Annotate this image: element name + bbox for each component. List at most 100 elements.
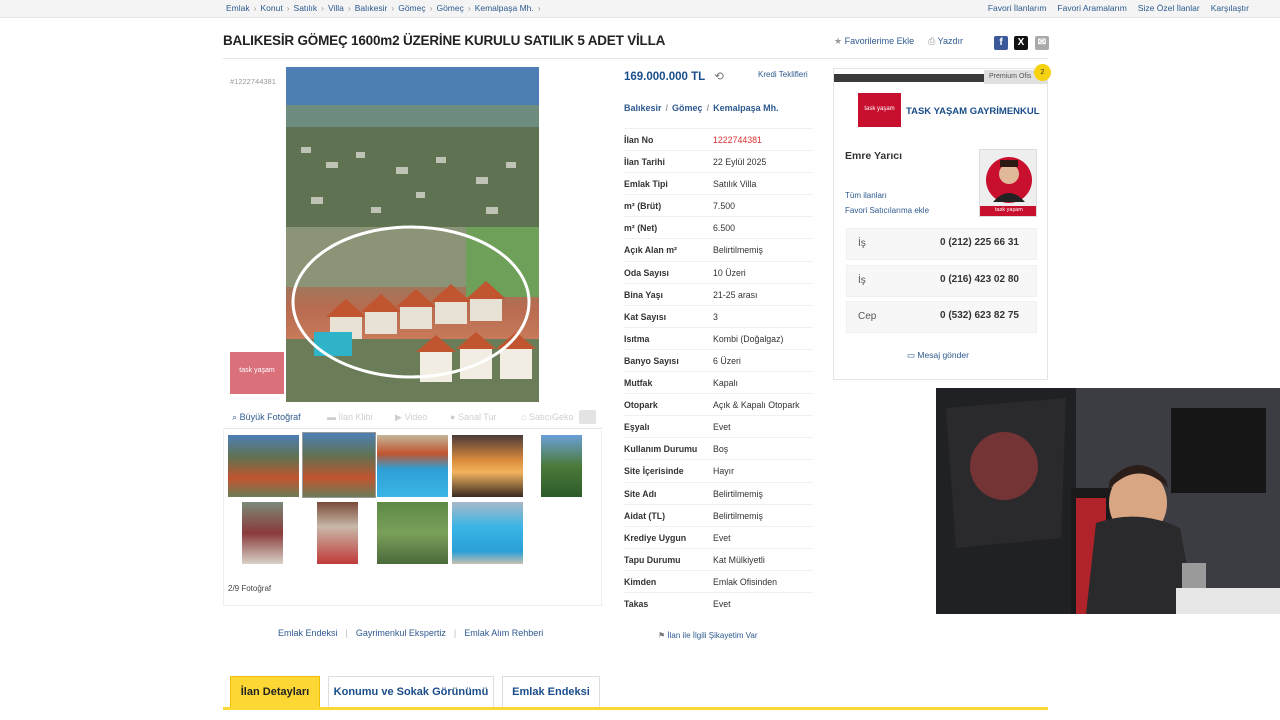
detail-row: Site İçerisinde Hayır <box>623 459 813 481</box>
detail-key: Açık Alan m² <box>624 245 677 256</box>
detail-key: Mutfak <box>624 378 653 389</box>
phone-number[interactable]: 0 (216) 423 02 80 <box>940 274 1019 285</box>
message-icon: ▭ <box>907 350 916 360</box>
detail-key: Bina Yaşı <box>624 289 663 300</box>
facebook-share-icon[interactable]: f <box>994 36 1008 50</box>
favorite-listings-link[interactable]: Favori İlanlarım <box>988 3 1047 13</box>
location-separator: / <box>665 103 669 113</box>
phone-row: Cep 0 (532) 623 82 75 <box>846 301 1037 333</box>
detail-value: 6 Üzeri <box>713 355 741 366</box>
tab-emlak-index[interactable]: Emlak Endeksi <box>502 676 600 707</box>
detail-row: m² (Brüt) 7.500 <box>623 194 813 216</box>
complaint-link[interactable]: ⚑ İlan ile İlgili Şikayetim Var <box>658 631 758 640</box>
detail-value: Satılık Villa <box>713 179 757 190</box>
price-history-icon[interactable]: ⟲ <box>714 71 724 83</box>
add-favorite-button[interactable]: ★ Favorilerime Ekle <box>834 36 914 47</box>
detail-key: Krediye Uygun <box>624 532 687 543</box>
detail-value: Belirtilmemiş <box>713 245 763 256</box>
photo-tabs: ⌕ Büyük Fotoğraf ▬ İlan Klibi ▶ Video ● … <box>223 408 602 429</box>
detail-row: Tapu Durumu Kat Mülkiyetli <box>623 547 813 570</box>
large-photo-tab[interactable]: ⌕ Büyük Fotoğraf <box>232 412 301 423</box>
detail-row: Oda Sayısı 10 Üzeri <box>623 260 813 283</box>
detail-row: Emlak Tipi Satılık Villa <box>623 172 813 194</box>
thumbnail-selected[interactable] <box>302 432 376 498</box>
tab-location[interactable]: Konumu ve Sokak Görünümü <box>328 676 494 707</box>
title-divider <box>223 58 1048 59</box>
detail-value: 6.500 <box>713 223 736 234</box>
favorite-searches-link[interactable]: Favori Aramalarım <box>1057 3 1126 13</box>
office-name[interactable]: TASK YAŞAM GAYRİMENKUL <box>906 106 1040 117</box>
tab-underline <box>223 707 1048 710</box>
thumbnail[interactable] <box>242 502 283 564</box>
premium-bar <box>834 74 984 82</box>
breadcrumb-item[interactable]: Kemalpaşa Mh. <box>475 3 534 13</box>
photo-count: 2/9 Fotoğraf <box>228 584 272 593</box>
thumbnail[interactable] <box>541 435 582 497</box>
thumbnail[interactable] <box>317 502 358 564</box>
detail-row: Kullanım Durumu Boş <box>623 437 813 459</box>
details-table: İlan No 1222744381 İlan Tarihi 22 Eylül 20… <box>623 128 813 614</box>
phone-row: İş 0 (212) 225 66 31 <box>846 228 1037 260</box>
breadcrumb-separator: › <box>467 3 471 13</box>
detail-key: Kimden <box>624 576 657 587</box>
mail-share-icon[interactable]: ✉ <box>1035 36 1049 50</box>
thumbnail[interactable] <box>228 435 299 497</box>
thumbnail[interactable] <box>452 435 523 497</box>
special-listings-link[interactable]: Size Özel İlanlar <box>1138 3 1200 13</box>
breadcrumb-separator: › <box>286 3 290 13</box>
thumbnail[interactable] <box>377 435 448 497</box>
main-photo[interactable] <box>286 67 539 402</box>
compare-link[interactable]: Karşılaştır <box>1211 3 1249 13</box>
breadcrumb-separator: › <box>253 3 257 13</box>
send-message-button[interactable]: ▭ Mesaj gönder <box>907 350 969 361</box>
office-logo[interactable]: task yaşam <box>858 93 901 127</box>
detail-row: Mutfak Kapalı <box>623 371 813 393</box>
detail-value: 10 Üzeri <box>713 267 746 278</box>
detail-key: Otopark <box>624 400 658 411</box>
detail-value: Evet <box>713 598 731 609</box>
detail-value: Belirtilmemiş <box>713 488 763 499</box>
breadcrumb-item[interactable]: Villa <box>328 3 344 13</box>
phone-label: İş <box>858 275 866 286</box>
detail-row: Takas Evet <box>623 591 813 614</box>
main-photo-image <box>286 67 539 402</box>
detail-key: Kat Sayısı <box>624 311 667 322</box>
location-neighborhood[interactable]: Kemalpaşa Mh. <box>713 103 779 113</box>
breadcrumb-item[interactable]: Satılık <box>294 3 318 13</box>
breadcrumb-item[interactable]: Emlak <box>226 3 250 13</box>
breadcrumb-item[interactable]: Gömeç <box>398 3 425 13</box>
location-breadcrumb: Balıkesir / Gömeç / Kemalpaşa Mh. <box>624 103 779 113</box>
detail-key: Aidat (TL) <box>624 510 666 521</box>
appraisal-link[interactable]: Gayrimenkul Ekspertiz <box>356 628 446 638</box>
x-share-icon[interactable]: X <box>1014 36 1028 50</box>
breadcrumb-item[interactable]: Gömeç <box>436 3 463 13</box>
location-city[interactable]: Balıkesir <box>624 103 662 113</box>
top-links: Favori İlanlarım Favori Aramalarım Size … <box>988 3 1249 13</box>
favorite-seller-link[interactable]: Favori Satıcılarıma ekle <box>845 206 929 215</box>
detail-value: Evet <box>713 422 731 433</box>
detail-value: Emlak Ofisinden <box>713 576 778 587</box>
detail-value: 22 Eylül 2025 <box>713 157 767 168</box>
thumbnail[interactable] <box>452 502 523 564</box>
link-separator: | <box>453 628 457 638</box>
phone-number[interactable]: 0 (532) 623 82 75 <box>940 310 1019 321</box>
all-ads-link[interactable]: Tüm ilanları <box>845 191 887 200</box>
location-district[interactable]: Gömeç <box>672 103 703 113</box>
thumbnail[interactable] <box>377 502 448 564</box>
print-button[interactable]: ⎙ Yazdır <box>928 36 963 47</box>
detail-key: Banyo Sayısı <box>624 355 679 366</box>
breadcrumb-item[interactable]: Konut <box>260 3 282 13</box>
breadcrumb-item[interactable]: Balıkesir <box>355 3 388 13</box>
agent-photo: task yaşam <box>979 149 1037 217</box>
home-icon: ⌂ <box>521 412 527 422</box>
phone-number[interactable]: 0 (212) 225 66 31 <box>940 237 1019 248</box>
listing-id: #1222744381 <box>230 77 276 86</box>
tab-listing-details[interactable]: İlan Detayları <box>230 676 320 707</box>
buying-guide-link[interactable]: Emlak Alım Rehberi <box>464 628 543 638</box>
detail-row: Site Adı Belirtilmemiş <box>623 481 813 504</box>
credit-offers-link[interactable]: Kredi Teklifleri <box>758 70 808 79</box>
office-logo-overlay: task yaşam <box>230 352 284 394</box>
detail-row: Otopark Açık & Kapalı Otopark <box>623 393 813 415</box>
emlak-index-link[interactable]: Emlak Endeksi <box>278 628 338 638</box>
breadcrumb-separator: › <box>391 3 395 13</box>
